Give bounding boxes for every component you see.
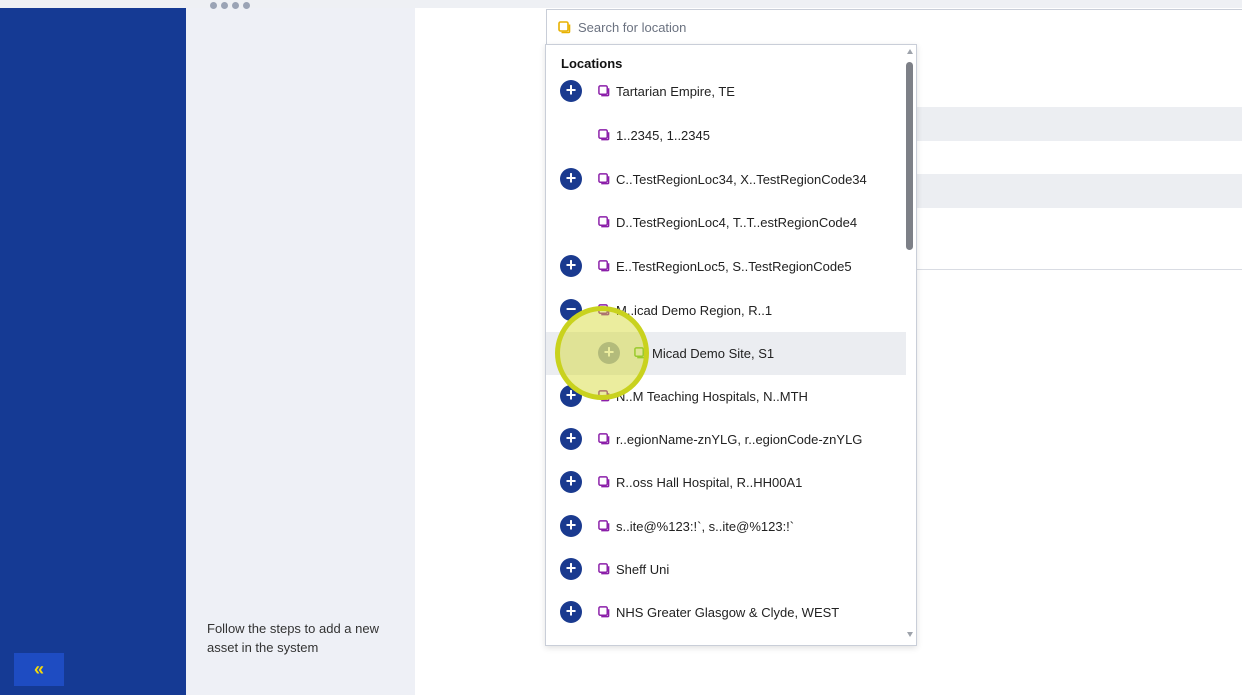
location-item[interactable]: + Sheff Uni: [546, 548, 906, 591]
expand-icon[interactable]: +: [560, 471, 582, 493]
location-label: Micad Demo Site, S1: [652, 346, 775, 361]
region-icon: [598, 520, 610, 532]
expand-icon[interactable]: +: [560, 168, 582, 190]
region-icon: [598, 476, 610, 488]
location-item[interactable]: + E..TestRegionLoc5, S..TestRegionCode5: [546, 245, 906, 288]
region-icon: [598, 129, 610, 141]
scrollbar-thumb[interactable]: [906, 62, 913, 250]
form-row-background: [915, 174, 1242, 208]
collapse-sidebar-button[interactable]: «: [14, 653, 64, 686]
collapse-icon[interactable]: −: [560, 299, 582, 321]
location-label: Sheff Uni: [616, 562, 670, 577]
location-item[interactable]: + R..oss Hall Hospital, R..HH00A1: [546, 461, 906, 504]
form-row-background: [915, 107, 1242, 141]
region-icon: [598, 390, 610, 402]
location-label: s..ite@%123:!`, s..ite@%123:!`: [616, 519, 795, 534]
scroll-up-arrow-icon[interactable]: [907, 49, 913, 54]
location-label: M..icad Demo Region, R..1: [616, 303, 773, 318]
step-indicator: [210, 2, 250, 9]
steps-panel: Follow the steps to add a new asset in t…: [186, 2, 415, 695]
region-icon: [598, 433, 610, 445]
divider: [915, 269, 1242, 270]
left-navigation: «: [0, 8, 186, 695]
dropdown-header: Locations: [561, 56, 623, 71]
location-label: E..TestRegionLoc5, S..TestRegionCode5: [616, 259, 852, 274]
search-input[interactable]: [578, 20, 878, 35]
region-icon: [598, 173, 610, 185]
location-label: R..oss Hall Hospital, R..HH00A1: [616, 475, 803, 490]
dropdown-scrollbar[interactable]: [904, 45, 916, 643]
location-item[interactable]: D..TestRegionLoc4, T..T..estRegionCode4: [546, 201, 906, 244]
scroll-down-arrow-icon[interactable]: [907, 632, 913, 637]
location-label: D..TestRegionLoc4, T..T..estRegionCode4: [616, 215, 858, 230]
expand-icon[interactable]: +: [560, 428, 582, 450]
region-icon: [598, 216, 610, 228]
region-icon: [598, 606, 610, 618]
location-label: r..egionName-znYLG, r..egionCode-znYLG: [616, 432, 863, 447]
step-dot: [221, 2, 228, 9]
location-label: NHS Greater Glasgow & Clyde, WEST: [616, 605, 840, 620]
site-icon: [634, 347, 646, 359]
location-icon: [558, 21, 571, 34]
expand-icon[interactable]: +: [560, 80, 582, 102]
location-item[interactable]: + N..M Teaching Hospitals, N..MTH: [546, 375, 906, 418]
step-dot: [210, 2, 217, 9]
expand-icon[interactable]: +: [560, 558, 582, 580]
region-icon: [598, 304, 610, 316]
expand-icon[interactable]: +: [560, 385, 582, 407]
location-item[interactable]: − M..icad Demo Region, R..1: [546, 289, 906, 332]
location-item[interactable]: + C..TestRegionLoc34, X..TestRegionCode34: [546, 158, 906, 201]
location-item[interactable]: 1..2345, 1..2345: [546, 114, 906, 157]
expand-icon[interactable]: +: [560, 515, 582, 537]
location-item[interactable]: + Micad Demo Site, S1: [546, 332, 906, 375]
location-item[interactable]: + Tartarian Empire, TE: [546, 70, 906, 113]
double-chevron-left-icon: «: [33, 659, 44, 679]
step-dot: [232, 2, 239, 9]
location-item[interactable]: + r..egionName-znYLG, r..egionCode-znYLG: [546, 418, 906, 461]
expand-icon[interactable]: +: [560, 601, 582, 623]
step-dot: [243, 2, 250, 9]
location-item[interactable]: + NHS Greater Glasgow & Clyde, WEST: [546, 591, 906, 634]
location-label: Tartarian Empire, TE: [616, 84, 735, 99]
location-label: 1..2345, 1..2345: [616, 128, 710, 143]
location-label: C..TestRegionLoc34, X..TestRegionCode34: [616, 172, 867, 187]
steps-hint: Follow the steps to add a new asset in t…: [207, 621, 379, 655]
location-label: N..M Teaching Hospitals, N..MTH: [616, 389, 808, 404]
region-icon: [598, 85, 610, 97]
region-icon: [598, 260, 610, 272]
top-strip: [0, 0, 1242, 8]
location-item[interactable]: + s..ite@%123:!`, s..ite@%123:!`: [546, 505, 906, 548]
expand-icon[interactable]: +: [560, 255, 582, 277]
expand-icon[interactable]: +: [598, 342, 620, 364]
locations-dropdown: Locations + Tartarian Empire, TE 1..2345, …: [545, 44, 917, 646]
location-search-field[interactable]: [546, 9, 1242, 45]
region-icon: [598, 563, 610, 575]
